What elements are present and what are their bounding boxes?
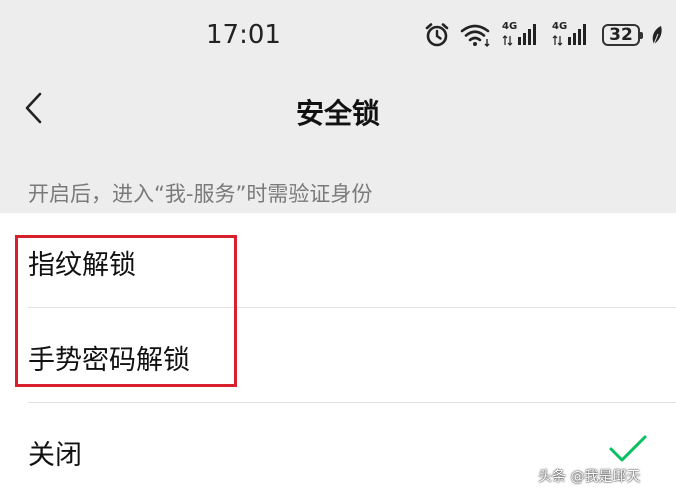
hint-text: 开启后，进入“我-服务”时需验证身份	[28, 182, 373, 206]
option-label: 指纹解锁	[28, 250, 136, 281]
check-icon	[608, 434, 648, 468]
battery-icon: 32	[602, 24, 643, 46]
battery-level: 32	[609, 25, 633, 45]
option-fingerprint-unlock[interactable]: 指纹解锁	[0, 213, 676, 307]
status-icons: 4G 4G 32	[424, 20, 664, 50]
nav-bar: 安全锁	[0, 70, 676, 146]
signal-icon: 4G	[552, 21, 592, 49]
option-label: 手势密码解锁	[28, 345, 190, 376]
status-time: 17:01	[206, 20, 281, 50]
wifi-icon	[460, 22, 492, 48]
page-title: 安全锁	[295, 97, 380, 130]
watermark: 头条 @我是邱天	[538, 469, 641, 485]
options-list: 指纹解锁 手势密码解锁 关闭	[0, 213, 676, 500]
leaf-icon	[650, 24, 664, 46]
status-bar: 17:01 4G 4G 32	[0, 0, 676, 70]
signal-icon: 4G	[502, 21, 542, 49]
option-gesture-password-unlock[interactable]: 手势密码解锁	[0, 308, 676, 402]
alarm-icon	[424, 22, 450, 48]
option-label: 关闭	[28, 440, 82, 471]
